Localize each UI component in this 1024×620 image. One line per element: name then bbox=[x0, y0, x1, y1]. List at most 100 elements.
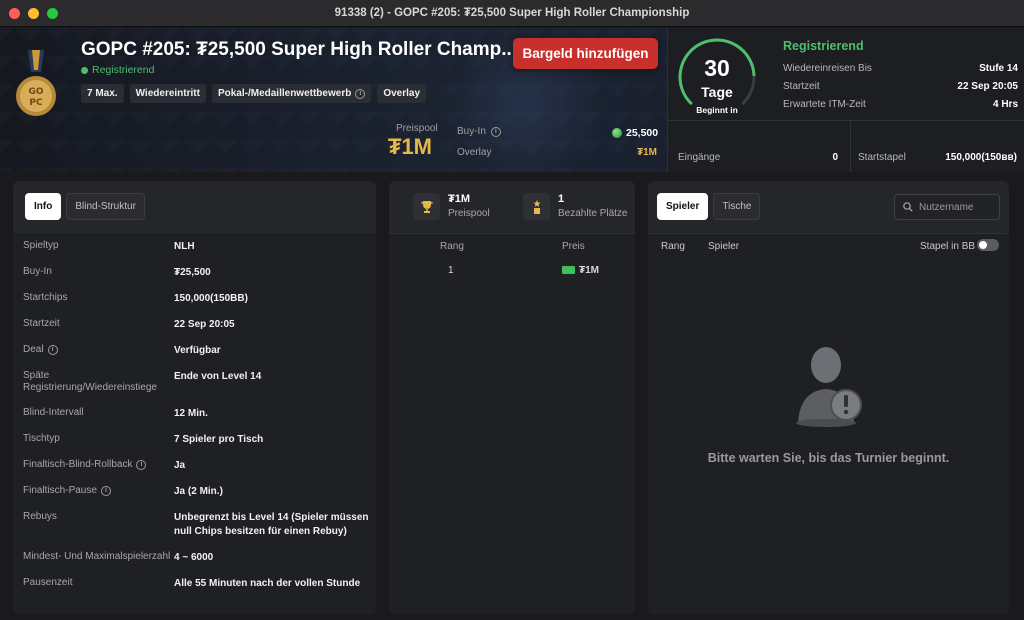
chip-icon bbox=[612, 128, 622, 138]
info-row-label: Rebuys bbox=[23, 511, 57, 522]
prizepool-value: ₮1M bbox=[388, 134, 432, 159]
prizes-summary: ₮1M Preispool 1 Bezahlte Plätze bbox=[389, 181, 635, 233]
info-row-label: Spieltyp bbox=[23, 240, 59, 251]
info-icon[interactable]: i bbox=[355, 88, 366, 99]
zoom-window-button[interactable] bbox=[47, 8, 58, 19]
buyin-label: Buy-In bbox=[457, 126, 486, 137]
col-rank: Rang bbox=[440, 241, 464, 252]
tag-reentry: Wiedereintritt bbox=[129, 84, 206, 103]
svg-text:GO: GO bbox=[28, 87, 43, 97]
col-player: Spieler bbox=[708, 241, 740, 252]
info-row-value: ₮25,500 bbox=[174, 267, 211, 278]
window-titlebar: 91338 (2) - GOPC #205: ₮25,500 Super Hig… bbox=[0, 0, 1024, 27]
info-icon[interactable]: i bbox=[47, 345, 58, 355]
info-row-value: 150,000(150BB) bbox=[174, 293, 248, 304]
info-row-value: Unbegrenzt bis Level 14 (Spieler müssen … bbox=[174, 512, 369, 537]
search-icon bbox=[903, 202, 913, 212]
cash-icon bbox=[562, 266, 575, 275]
divider bbox=[668, 120, 1024, 121]
divider bbox=[850, 121, 851, 172]
close-window-button[interactable] bbox=[9, 8, 20, 19]
buyin-value-group: 25,500 bbox=[612, 127, 658, 139]
prize-amount: ₮1M bbox=[562, 265, 599, 276]
add-cash-button[interactable]: Bargeld hinzufügen bbox=[513, 38, 658, 69]
players-table-header: Rang Spieler Stapel in BB bbox=[648, 233, 1009, 257]
info-row-label: Späte Registrierung/Wiedereinstiege bbox=[23, 370, 157, 393]
starting-stack-row: Startstapel 150,000(150ʙʙ) bbox=[858, 152, 1017, 163]
waiting-player-icon bbox=[796, 347, 862, 427]
stack-in-bb-toggle[interactable] bbox=[977, 239, 999, 251]
info-row-label: Finaltisch-Blind-Rollback i bbox=[23, 459, 173, 471]
prize-rank: 1 bbox=[448, 265, 454, 276]
info-row-label: Deal i bbox=[23, 344, 173, 356]
expected-itm-row: Erwartete ITM-Zeit 4 Hrs bbox=[783, 99, 1018, 110]
info-row-value: Alle 55 Minuten nach der vollen Stunde bbox=[174, 578, 361, 589]
gopc-medal-icon: GO PC bbox=[16, 50, 56, 116]
search-placeholder: Nutzername bbox=[919, 201, 974, 213]
tab-players[interactable]: Spieler bbox=[657, 193, 709, 220]
info-icon[interactable]: i bbox=[136, 460, 147, 470]
tab-tables[interactable]: Tische bbox=[713, 193, 761, 220]
col-prize: Preis bbox=[562, 241, 585, 252]
players-table-body: Bitte warten Sie, bis das Turnier beginn… bbox=[648, 257, 1009, 614]
prizes-panel: ₮1M Preispool 1 Bezahlte Plätze Rang Pre… bbox=[389, 181, 635, 614]
waiting-message: Bitte warten Sie, bis das Turnier beginn… bbox=[707, 451, 950, 465]
paid-places-value: 1 bbox=[558, 193, 565, 205]
tournament-title: GOPC #205: ₮25,500 Super High Roller Cha… bbox=[81, 39, 518, 60]
entries-row: Eingänge 0 bbox=[678, 152, 838, 163]
info-panel: Info Blind-Struktur Spieltyp NLH Buy-In ₮25… bbox=[13, 181, 376, 614]
registration-panel: 30 Tage Beginnt in Registrierend Wiedere… bbox=[667, 28, 1024, 172]
buyin-value: 25,500 bbox=[626, 127, 659, 139]
status-dot-icon bbox=[81, 66, 88, 74]
buyin-info-icon[interactable]: i bbox=[490, 126, 501, 137]
tag-overlay: Overlay bbox=[377, 84, 427, 103]
info-row-value: NLH bbox=[174, 241, 195, 252]
info-row-label: Pausenzeit bbox=[23, 577, 73, 588]
registration-status-label: Registrierend bbox=[92, 64, 155, 76]
tag-trophy-competition[interactable]: Pokal-/Medaillenwettbewerb i bbox=[211, 84, 372, 103]
tab-blind-structure[interactable]: Blind-Struktur bbox=[66, 193, 145, 220]
buyin-label-group: Buy-In i bbox=[457, 126, 501, 137]
info-row-value: 7 Spieler pro Tisch bbox=[174, 434, 264, 445]
info-row-label: Startzeit bbox=[23, 318, 60, 329]
registration-title: Registrierend bbox=[783, 39, 864, 53]
prizes-table-header: Rang Preis bbox=[389, 233, 635, 257]
paid-places-stat: 1 Bezahlte Plätze bbox=[523, 193, 628, 220]
countdown-number: 30 bbox=[704, 55, 730, 81]
overlay-value: ₮1M bbox=[637, 147, 657, 158]
registration-status: Registrierend bbox=[81, 64, 154, 76]
reentry-until-row: Wiedereinreisen Bis Stufe 14 bbox=[783, 63, 1018, 74]
prizepool-label: Preispool bbox=[396, 123, 438, 134]
window-controls bbox=[9, 8, 58, 19]
info-row-value: Ja bbox=[174, 460, 186, 471]
info-table: Spieltyp NLH Buy-In ₮25,500 Startchips 150,00… bbox=[13, 233, 376, 614]
tab-info[interactable]: Info bbox=[25, 193, 62, 220]
info-row-label: Finaltisch-Pause i bbox=[23, 485, 173, 497]
info-tabs: Info Blind-Struktur bbox=[25, 193, 145, 220]
podium-icon bbox=[523, 193, 550, 220]
info-row-label: Buy-In bbox=[23, 266, 52, 277]
window-title: 91338 (2) - GOPC #205: ₮25,500 Super Hig… bbox=[334, 7, 690, 19]
trophy-icon bbox=[413, 193, 440, 220]
info-row-label: Startchips bbox=[23, 292, 68, 303]
countdown-caption: Beginnt in bbox=[696, 105, 738, 115]
username-search-input[interactable]: Nutzername bbox=[894, 194, 1000, 220]
col-stack-bb: Stapel in BB bbox=[920, 241, 976, 252]
minimize-window-button[interactable] bbox=[28, 8, 39, 19]
info-row-value: Verfügbar bbox=[174, 345, 221, 356]
info-row-label: Tischtyp bbox=[23, 433, 60, 444]
info-row-value: 4 ~ 6000 bbox=[174, 552, 214, 563]
svg-text:PC: PC bbox=[29, 98, 43, 108]
info-row-value: Ja (2 Min.) bbox=[174, 486, 223, 497]
prizes-prizepool-label: Preispool bbox=[448, 208, 490, 219]
info-row-value: Ende von Level 14 bbox=[174, 371, 262, 382]
prizes-prizepool-value: ₮1M bbox=[448, 193, 470, 205]
info-row-value: 12 Min. bbox=[174, 408, 208, 419]
prizes-table-body: 1 ₮1M bbox=[389, 257, 635, 614]
info-icon[interactable]: i bbox=[100, 486, 111, 496]
start-time-row: Startzeit 22 Sep 20:05 bbox=[783, 81, 1018, 92]
table-row: 1 ₮1M bbox=[389, 257, 635, 283]
players-tabs: Spieler Tische bbox=[657, 193, 761, 220]
tag-max-players: 7 Max. bbox=[81, 84, 124, 103]
info-row-label: Blind-Intervall bbox=[23, 407, 84, 418]
